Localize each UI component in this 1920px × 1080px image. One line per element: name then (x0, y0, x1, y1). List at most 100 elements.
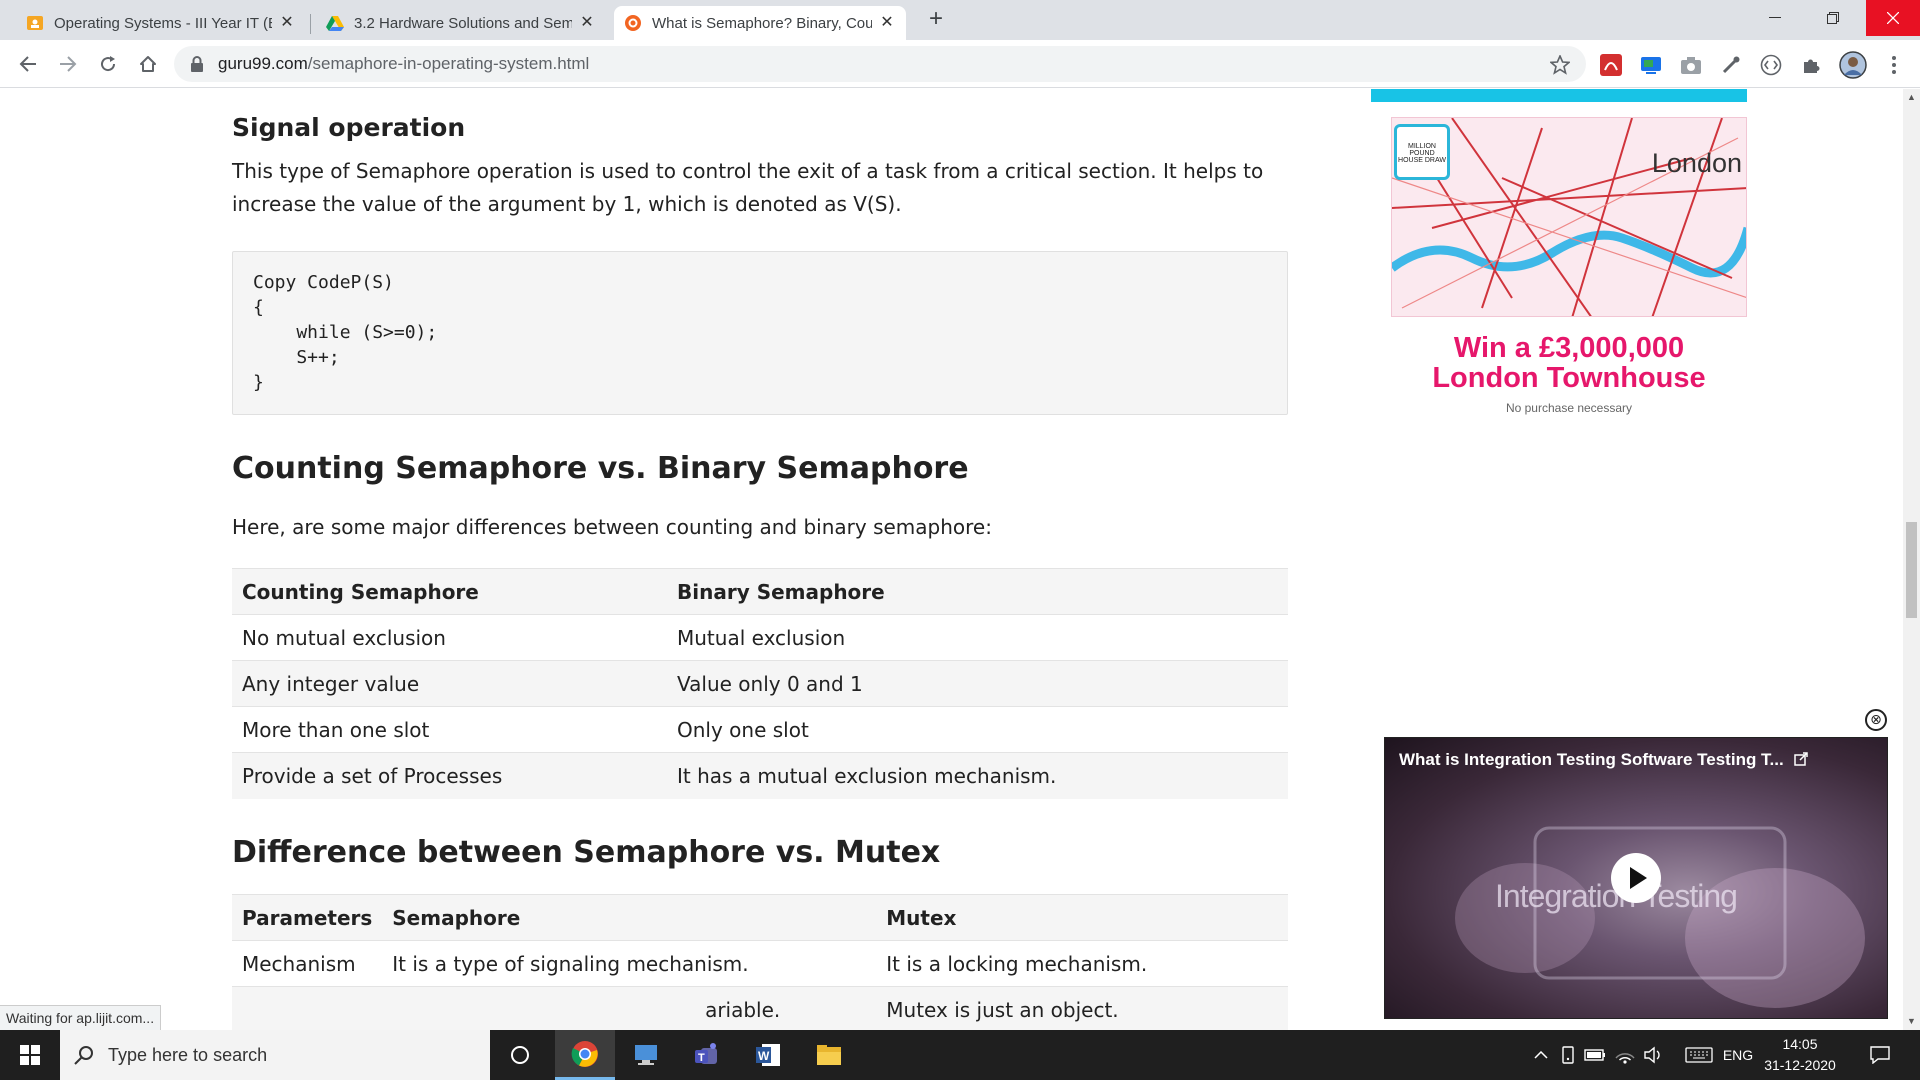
input-language[interactable]: ENG (1718, 1030, 1758, 1080)
counting-intro-text: Here, are some major differences between… (232, 515, 992, 539)
close-window-button[interactable] (1866, 0, 1920, 36)
wifi-icon[interactable] (1612, 1030, 1638, 1080)
extensions-puzzle-icon[interactable] (1799, 53, 1823, 77)
forward-arrow-icon[interactable] (54, 50, 82, 78)
notifications-icon[interactable] (1860, 1030, 1900, 1080)
table-header-cell: Parameters (232, 894, 383, 941)
guru99-icon (624, 14, 642, 32)
camera-extension-icon[interactable] (1679, 53, 1703, 77)
home-icon[interactable] (134, 50, 162, 78)
scroll-down-arrow-icon[interactable]: ▼ (1903, 1013, 1920, 1030)
floating-video-player[interactable]: Integration Testing What is Integration … (1384, 737, 1888, 1019)
video-title[interactable]: What is Integration Testing Software Tes… (1399, 750, 1809, 770)
table-row: Mechanism It is a type of signaling mech… (232, 940, 1288, 987)
table-row: ariable. Mutex is just an object. (232, 986, 1288, 1030)
ad-headline: London Townhouse (1432, 362, 1706, 394)
tab-hardware-solutions[interactable]: 3.2 Hardware Solutions and Sem ✕ (316, 6, 606, 40)
table-header-cell: Binary Semaphore (667, 568, 1288, 615)
tab-operating-systems[interactable]: Operating Systems - III Year IT (B ✕ (16, 6, 306, 40)
search-placeholder: Type here to search (108, 1044, 268, 1065)
table-cell: It has a mutual exclusion mechanism. (667, 752, 1288, 799)
ad-fineprint: No purchase necessary (1505, 401, 1633, 415)
new-tab-button[interactable]: + (923, 7, 949, 33)
signal-operation-text: This type of Semaphore operation is used… (232, 159, 1264, 216)
taskbar-chrome[interactable] (555, 1030, 615, 1080)
windows-taskbar: Type here to search T W ENG 14:05 31-12-… (0, 1030, 1920, 1080)
cortana-circle-icon (511, 1046, 529, 1064)
word-icon: W (756, 1044, 780, 1066)
svg-text:T: T (698, 1052, 705, 1064)
table-cell: Provide a set of Processes (232, 752, 667, 799)
taskbar-file-explorer[interactable] (799, 1030, 859, 1080)
taskbar-word[interactable]: W (738, 1030, 798, 1080)
minimize-button[interactable] (1752, 0, 1798, 36)
table-header-row: Counting Semaphore Binary Semaphore (232, 568, 1288, 615)
code-block: Copy CodeP(S) { while (S>=0); S++; } (232, 251, 1288, 415)
table-row: More than one slot Only one slot (232, 706, 1288, 753)
table-header-cell: Counting Semaphore (232, 568, 667, 615)
ad-top-bar (1371, 89, 1747, 102)
windows-start-button[interactable] (0, 1030, 60, 1080)
screencast-extension-icon[interactable] (1639, 53, 1663, 77)
table-header-row: Parameters Semaphore Mutex (232, 894, 1288, 941)
table-cell: ariable. (382, 986, 877, 1030)
table-cell: Only one slot (667, 706, 1288, 753)
battery-icon[interactable] (1582, 1030, 1608, 1080)
code-line: { (253, 297, 264, 318)
scroll-up-arrow-icon[interactable]: ▲ (1903, 89, 1920, 106)
restore-button[interactable] (1810, 0, 1856, 36)
bookmark-star-icon[interactable] (1548, 53, 1572, 77)
code-line: S++; (253, 347, 340, 368)
tab-close-icon[interactable]: ✕ (578, 14, 596, 32)
table-cell: Mutual exclusion (667, 614, 1288, 661)
table-cell: No mutual exclusion (232, 614, 667, 661)
video-close-icon[interactable]: ⊗ (1865, 709, 1887, 731)
code-line: while (S>=0); (253, 322, 438, 343)
london-map-image: MILLION POUND HOUSE DRAW London (1391, 117, 1747, 317)
code-line: } (253, 372, 264, 393)
external-link-icon[interactable] (1794, 752, 1809, 766)
tab-semaphore-active[interactable]: What is Semaphore? Binary, Coun ✕ (614, 6, 906, 40)
keyboard-icon[interactable] (1682, 1030, 1716, 1080)
counting-binary-table: Counting Semaphore Binary Semaphore No m… (232, 568, 1288, 799)
scroll-thumb[interactable] (1906, 522, 1917, 618)
status-bubble: Waiting for ap.lijit.com... (0, 1005, 162, 1030)
signal-operation-heading: Signal operation (232, 113, 466, 142)
ad-headline: Win a £3,000,000 (1453, 332, 1685, 364)
table-cell: Mechanism (232, 940, 383, 987)
taskbar-search-box[interactable]: Type here to search (60, 1030, 490, 1080)
desktop-app-icon (635, 1045, 657, 1065)
play-icon (1630, 867, 1647, 889)
task-view-button[interactable] (490, 1030, 550, 1080)
tab-close-icon[interactable]: ✕ (278, 14, 296, 32)
volume-icon[interactable] (1640, 1030, 1666, 1080)
page-scrollbar[interactable]: ▲ ▼ (1903, 89, 1920, 1030)
lock-icon (191, 56, 203, 72)
eyedropper-extension-icon[interactable] (1719, 53, 1743, 77)
clock-date: 31-12-2020 (1764, 1057, 1836, 1073)
advertisement[interactable]: MILLION POUND HOUSE DRAW London Win a £3… (1371, 89, 1749, 429)
table-header-cell: Mutex (876, 894, 1288, 941)
taskbar-network-app[interactable] (616, 1030, 676, 1080)
code-extension-icon[interactable] (1759, 53, 1783, 77)
profile-avatar[interactable] (1839, 51, 1867, 79)
play-button[interactable] (1611, 853, 1661, 903)
tab-close-icon[interactable]: ✕ (878, 14, 896, 32)
pdf-extension-icon[interactable] (1599, 53, 1623, 77)
url-input[interactable]: guru99.com/semaphore-in-operating-system… (174, 46, 1586, 82)
clock-time: 14:05 (1782, 1036, 1818, 1052)
device-icon[interactable] (1556, 1030, 1580, 1080)
taskbar-clock[interactable]: 14:05 31-12-2020 (1760, 1034, 1840, 1076)
google-drive-icon (326, 14, 344, 32)
reload-icon[interactable] (94, 50, 122, 78)
chrome-menu-icon[interactable] (1882, 53, 1906, 77)
taskbar-teams[interactable]: T (677, 1030, 737, 1080)
show-hidden-icons-chevron-icon[interactable] (1530, 1030, 1552, 1080)
windows-logo-icon (20, 1045, 40, 1065)
table-row: Any integer value Value only 0 and 1 (232, 660, 1288, 707)
url-path: /semaphore-in-operating-system.html (307, 54, 590, 73)
table-cell: It is a type of signaling mechanism. (382, 940, 877, 987)
google-classroom-icon (26, 14, 44, 32)
back-arrow-icon[interactable] (14, 50, 42, 78)
video-title-text: What is Integration Testing Software Tes… (1399, 750, 1784, 769)
